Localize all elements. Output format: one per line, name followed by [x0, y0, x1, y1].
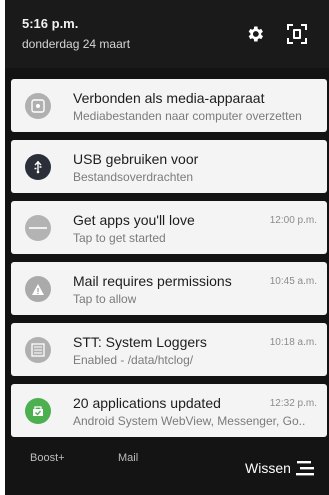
usb-icon [25, 154, 51, 180]
notification-time: 12:00 p.m. [269, 215, 317, 226]
notification-title: Verbonden als media-apparaat [73, 90, 265, 106]
notification-title: USB gebruiken voor [73, 151, 199, 167]
notification-shade: 5:16 p.m. donderdag 24 maart Verbonden a… [5, 0, 329, 495]
clock-date: donderdag 24 maart [22, 37, 131, 51]
notification-subtitle: Android System WebView, Messenger, Go.. [73, 414, 306, 428]
notification-title: Get apps you'll love [73, 212, 195, 228]
notification-media-device[interactable]: Verbonden als media-apparaat Mediabestan… [11, 79, 327, 132]
notification-subtitle: Tap to allow [73, 292, 137, 306]
shade-header: 5:16 p.m. donderdag 24 maart [5, 0, 329, 68]
notification-subtitle: Mediabestanden naar computer overzetten [73, 109, 302, 123]
screenshot-icon[interactable] [285, 22, 309, 46]
clear-all-button[interactable]: Wissen [245, 460, 291, 476]
notification-get-apps[interactable]: Get apps you'll love Tap to get started … [11, 201, 327, 254]
notification-mail-permissions[interactable]: Mail requires permissions Tap to allow 1… [11, 262, 327, 315]
boost-shortcut[interactable]: Boost+ [30, 452, 65, 464]
notification-time: 10:45 a.m. [269, 276, 317, 287]
shade-footer: Boost+ Mail Wissen [5, 440, 329, 495]
logger-icon [25, 337, 51, 363]
notification-subtitle: Enabled - /data/htclog/ [73, 353, 194, 367]
htc-icon [25, 215, 51, 241]
notification-time: 12:32 p.m. [269, 398, 317, 409]
media-device-icon [25, 93, 51, 119]
notification-system-loggers[interactable]: STT: System Loggers Enabled - /data/htcl… [11, 323, 327, 376]
notification-usb[interactable]: USB gebruiken voor Bestandsoverdrachten [11, 140, 327, 193]
clear-all-icon[interactable] [295, 460, 315, 476]
notification-title: 20 applications updated [73, 395, 221, 411]
notification-subtitle: Tap to get started [73, 231, 166, 245]
gear-icon[interactable] [245, 24, 265, 44]
notification-apps-updated[interactable]: 20 applications updated Android System W… [11, 384, 327, 437]
notification-time: 10:18 a.m. [269, 337, 317, 348]
notification-subtitle: Bestandsoverdrachten [73, 170, 194, 184]
notification-title: STT: System Loggers [73, 334, 207, 350]
notification-title: Mail requires permissions [73, 273, 232, 289]
warning-icon [25, 276, 51, 302]
mail-shortcut[interactable]: Mail [118, 452, 138, 464]
app-update-icon [25, 398, 51, 424]
clock-time: 5:16 p.m. [22, 16, 79, 31]
